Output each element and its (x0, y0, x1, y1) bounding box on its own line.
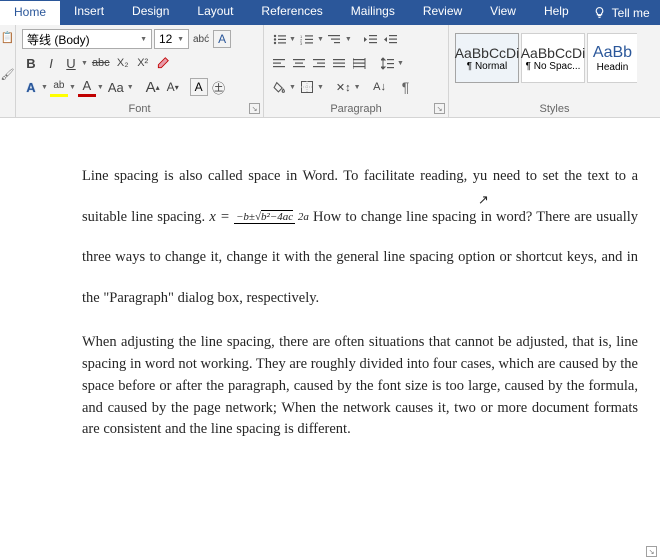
style-preview: AaBb (593, 44, 632, 62)
italic-button[interactable]: I (42, 53, 60, 73)
lightbulb-icon (593, 6, 606, 19)
font-size-value: 12 (159, 32, 172, 46)
tab-review[interactable]: Review (409, 0, 476, 25)
distributed-icon (353, 58, 366, 69)
chevron-down-icon: ▼ (140, 36, 147, 43)
grow-font-button[interactable]: A▴ (144, 77, 162, 97)
line-spacing-icon (381, 57, 394, 70)
tab-mailings[interactable]: Mailings (337, 0, 409, 25)
align-center-icon (293, 58, 306, 69)
justify-button[interactable] (330, 53, 348, 73)
numbering-icon: 123 (300, 34, 313, 45)
sort-button[interactable]: A↓ (371, 77, 389, 97)
font-group: 等线 (Body) ▼ 12 ▼ abć A B I U▼ abc X₂ X² A▼… (16, 25, 264, 117)
underline-button[interactable]: U▼ (62, 53, 88, 73)
align-left-button[interactable] (270, 53, 288, 73)
eraser-icon (156, 56, 170, 70)
paste-icon[interactable]: 📋 (0, 31, 15, 44)
shading-button[interactable]: ▼ (270, 77, 296, 97)
style-normal[interactable]: AaBbCcDi ¶ Normal (455, 33, 519, 83)
font-group-label: Font (16, 103, 263, 115)
align-right-button[interactable] (310, 53, 328, 73)
change-case-button[interactable]: Aa▼ (106, 77, 134, 97)
style-no-spacing[interactable]: AaBbCcDi ¶ No Spac... (521, 33, 585, 83)
document-body[interactable]: Line spacing is also called space in Wor… (0, 118, 660, 441)
enclose-char-button[interactable]: ㊏ (210, 77, 228, 97)
increase-indent-button[interactable] (382, 29, 400, 49)
indent-icon (384, 34, 397, 45)
subscript-button[interactable]: X₂ (114, 53, 132, 73)
font-dialog-launcher[interactable]: ↘ (249, 103, 260, 114)
clipboard-group-collapsed: 📋 🖌 ↘ (0, 25, 16, 117)
line-spacing-button[interactable]: ▼ (378, 53, 404, 73)
tell-me-label: Tell me (612, 6, 650, 20)
font-family-select[interactable]: 等线 (Body) ▼ (22, 29, 152, 49)
tab-home[interactable]: Home (0, 0, 60, 25)
borders-icon (301, 81, 313, 93)
styles-group: AaBbCcDi ¶ Normal AaBbCcDi ¶ No Spac... … (449, 25, 660, 117)
clear-formatting-button[interactable] (154, 53, 172, 73)
bullets-icon (273, 34, 286, 45)
tab-design[interactable]: Design (118, 0, 183, 25)
char-border-button[interactable]: A (213, 30, 231, 48)
tab-help[interactable]: Help (530, 0, 583, 25)
multilevel-list-button[interactable]: ▼ (326, 29, 352, 49)
justify-icon (333, 58, 346, 69)
style-name: Headin (597, 62, 629, 73)
ribbon-tabs: Home Insert Design Layout References Mai… (0, 0, 660, 25)
svg-text:3: 3 (300, 41, 303, 45)
paragraph-2[interactable]: When adjusting the line spacing, there a… (82, 332, 638, 441)
equation-fraction: −b±√b²−4ac 2a (234, 211, 309, 223)
outdent-icon (364, 34, 377, 45)
asian-layout-button[interactable]: ✕↕▼ (334, 77, 361, 97)
highlight-button[interactable]: ab▼ (50, 77, 76, 97)
style-name: ¶ No Spac... (526, 61, 581, 72)
equation-x: x = (209, 209, 229, 225)
borders-button[interactable]: ▼ (298, 77, 324, 97)
decrease-indent-button[interactable] (362, 29, 380, 49)
tab-references[interactable]: References (247, 0, 336, 25)
paragraph-group: ▼ 123▼ ▼ ▼ ▼ ▼ ✕↕▼ A↓ ¶ Paragraph ↘ (264, 25, 449, 117)
text-run: Line spacing is also called space in Wor… (82, 168, 480, 184)
chevron-down-icon: ▼ (177, 36, 184, 43)
style-preview: AaBbCcDi (455, 45, 520, 61)
ribbon: 📋 🖌 ↘ 等线 (Body) ▼ 12 ▼ abć A B I U▼ abc X₂… (0, 25, 660, 118)
style-preview: AaBbCcDi (521, 45, 586, 61)
multilevel-icon (328, 34, 341, 45)
align-left-icon (273, 58, 286, 69)
show-marks-button[interactable]: ¶ (397, 77, 415, 97)
align-center-button[interactable] (290, 53, 308, 73)
bullets-button[interactable]: ▼ (270, 29, 296, 49)
bold-button[interactable]: B (22, 53, 40, 73)
tab-view[interactable]: View (476, 0, 530, 25)
equation-numerator: −b±√b²−4ac (234, 211, 295, 224)
style-heading[interactable]: AaBb Headin (587, 33, 637, 83)
paragraph-dialog-launcher[interactable]: ↘ (434, 103, 445, 114)
format-painter-icon[interactable]: 🖌 (0, 68, 15, 81)
strikethrough-button[interactable]: abc (90, 53, 112, 73)
distributed-button[interactable] (350, 53, 368, 73)
text-effects-button[interactable]: A▼ (22, 77, 48, 97)
superscript-button[interactable]: X² (134, 53, 152, 73)
style-name: ¶ Normal (467, 61, 507, 72)
font-size-select[interactable]: 12 ▼ (154, 29, 189, 49)
align-right-icon (313, 58, 326, 69)
tab-layout[interactable]: Layout (183, 0, 247, 25)
clipboard-dialog-launcher[interactable]: ↘ (646, 546, 657, 557)
styles-group-label: Styles (449, 103, 660, 115)
shrink-font-button[interactable]: A▾ (164, 77, 182, 97)
equation-denominator: 2a (298, 211, 309, 223)
paragraph-1[interactable]: Line spacing is also called space in Wor… (82, 156, 638, 318)
font-family-value: 等线 (Body) (27, 31, 90, 48)
tell-me[interactable]: Tell me (583, 0, 660, 25)
font-color-button[interactable]: A▼ (78, 77, 104, 97)
paragraph-group-label: Paragraph (264, 103, 448, 115)
char-shading-button[interactable]: A (190, 78, 208, 96)
phonetic-guide-button[interactable]: abć (191, 29, 211, 49)
tab-insert[interactable]: Insert (60, 0, 118, 25)
numbering-button[interactable]: 123▼ (298, 29, 324, 49)
paint-bucket-icon (273, 81, 286, 94)
